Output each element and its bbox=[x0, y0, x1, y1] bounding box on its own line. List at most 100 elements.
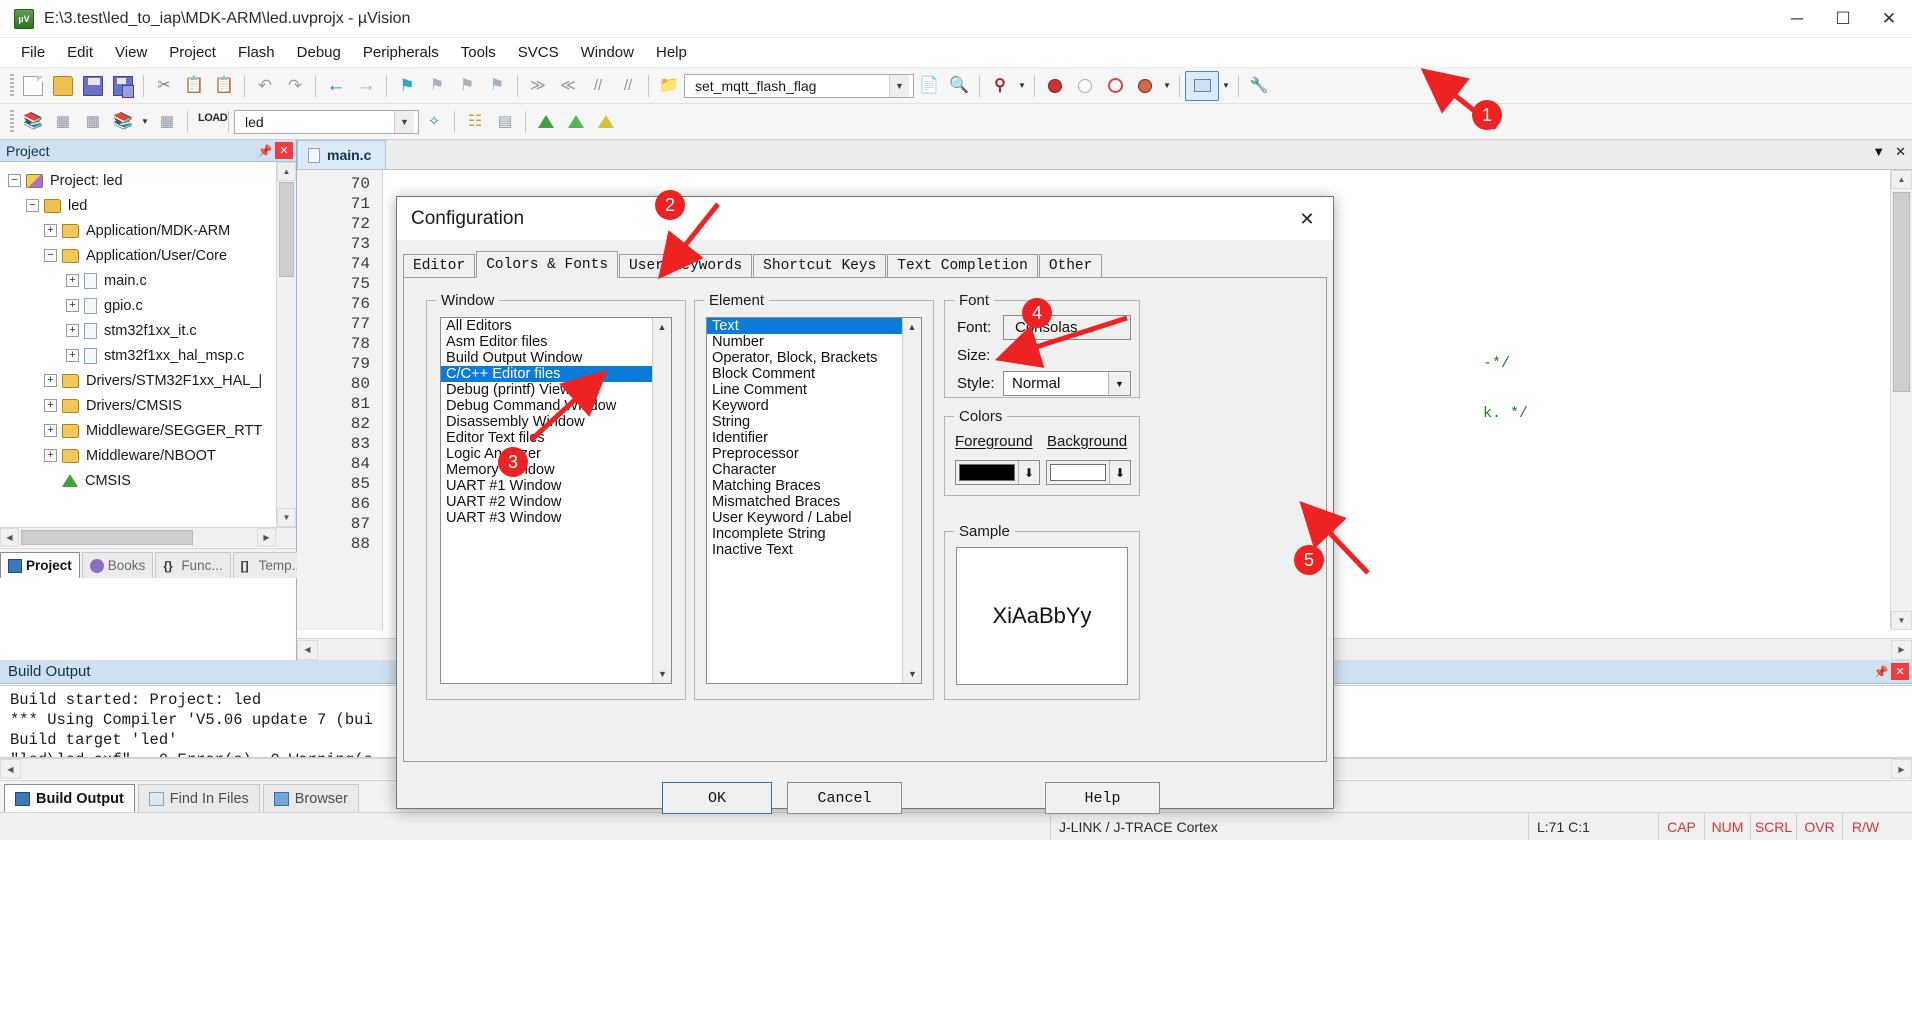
scroll-up-icon[interactable]: ▲ bbox=[1891, 170, 1912, 189]
tree-expander[interactable]: + bbox=[66, 324, 79, 337]
tab-text-completion[interactable]: Text Completion bbox=[887, 254, 1038, 278]
tree-node-target[interactable]: − led bbox=[0, 193, 276, 218]
navigate-forward-button[interactable]: → bbox=[351, 71, 381, 101]
new-file-button[interactable] bbox=[18, 71, 48, 101]
project-tree[interactable]: − Project: led − led + Application/MDK-A… bbox=[0, 162, 276, 527]
scroll-right-icon[interactable]: ▶ bbox=[1891, 639, 1912, 660]
kill-breakpoints-button[interactable] bbox=[1100, 71, 1130, 101]
tree-node-file[interactable]: + stm32f1xx_hal_msp.c bbox=[0, 343, 276, 368]
tree-node-project[interactable]: − Project: led bbox=[0, 168, 276, 193]
tree-node-file[interactable]: + stm32f1xx_it.c bbox=[0, 318, 276, 343]
memory-button[interactable]: ▤ bbox=[490, 107, 520, 137]
help-button[interactable]: Help bbox=[1045, 782, 1160, 814]
tab-browser[interactable]: Browser bbox=[262, 784, 359, 812]
document-tab-main-c[interactable]: main.c bbox=[297, 140, 387, 169]
scroll-down-icon[interactable]: ▼ bbox=[1891, 611, 1912, 630]
ok-button[interactable]: OK bbox=[662, 782, 772, 814]
comment-button[interactable]: // bbox=[583, 71, 613, 101]
download-button[interactable]: LOAD bbox=[193, 107, 228, 137]
clear-bookmarks-button[interactable]: ⚑ bbox=[482, 71, 512, 101]
chevron-down-icon[interactable]: ▼ bbox=[1872, 144, 1885, 160]
tree-expander[interactable]: + bbox=[44, 224, 57, 237]
menu-svcs[interactable]: SVCS bbox=[507, 41, 570, 64]
toolbar-grip[interactable] bbox=[10, 109, 14, 134]
window-item-debug-printf-viewer[interactable]: Debug (printf) Viewer bbox=[441, 382, 671, 398]
tree-expander[interactable]: + bbox=[66, 299, 79, 312]
window-item-debug-command-window[interactable]: Debug Command Window bbox=[441, 398, 671, 414]
color-dropdown-icon[interactable]: ⬇ bbox=[1109, 461, 1130, 484]
tree-node-group[interactable]: − Application/User/Core bbox=[0, 243, 276, 268]
style-combo[interactable]: Normal ▼ bbox=[1003, 371, 1131, 396]
window-item-uart3-window[interactable]: UART #3 Window bbox=[441, 510, 671, 526]
scroll-down-icon[interactable]: ▼ bbox=[277, 508, 296, 527]
save-button[interactable] bbox=[78, 71, 108, 101]
tab-other[interactable]: Other bbox=[1038, 254, 1103, 278]
window-listbox-scrollbar[interactable]: ▲ ▼ bbox=[652, 318, 671, 683]
batch-build-button[interactable]: 📚 bbox=[108, 107, 138, 137]
menu-view[interactable]: View bbox=[104, 41, 158, 64]
tree-expander[interactable]: − bbox=[8, 174, 21, 187]
menu-file[interactable]: File bbox=[10, 41, 56, 64]
previous-bookmark-button[interactable]: ⚑ bbox=[422, 71, 452, 101]
tree-expander[interactable]: + bbox=[66, 274, 79, 287]
element-item-keyword[interactable]: Keyword bbox=[707, 398, 921, 414]
maximize-button[interactable]: ☐ bbox=[1820, 0, 1866, 37]
window-item-all-editors[interactable]: All Editors bbox=[441, 318, 671, 334]
scroll-left-icon[interactable]: ◀ bbox=[0, 759, 21, 779]
chevron-down-icon[interactable]: ▼ bbox=[1108, 372, 1130, 395]
open-file-button[interactable] bbox=[48, 71, 78, 101]
disable-all-breakpoints-button[interactable] bbox=[1130, 71, 1160, 101]
project-tree-horizontal-scrollbar[interactable]: ◀ ▶ bbox=[0, 527, 296, 547]
save-all-button[interactable] bbox=[108, 71, 138, 101]
toolbar-grip[interactable] bbox=[10, 73, 14, 98]
magnifier-button[interactable]: ⚲ bbox=[985, 71, 1015, 101]
disable-breakpoint-button[interactable] bbox=[1070, 71, 1100, 101]
tree-node-group[interactable]: + Drivers/CMSIS bbox=[0, 393, 276, 418]
window-listbox[interactable]: All Editors Asm Editor files Build Outpu… bbox=[440, 317, 672, 684]
indent-left-button[interactable]: ≪ bbox=[553, 71, 583, 101]
tab-project[interactable]: Project bbox=[0, 552, 80, 578]
element-item-character[interactable]: Character bbox=[707, 462, 921, 478]
navigate-back-button[interactable]: ← bbox=[321, 71, 351, 101]
undo-button[interactable]: ↶ bbox=[250, 71, 280, 101]
element-listbox[interactable]: Text Number Operator, Block, Brackets Bl… bbox=[706, 317, 922, 684]
scroll-right-icon[interactable]: ▶ bbox=[1891, 759, 1912, 779]
menu-window[interactable]: Window bbox=[570, 41, 645, 64]
scroll-down-icon[interactable]: ▼ bbox=[903, 665, 921, 683]
translate-button[interactable]: 📚 bbox=[18, 107, 48, 137]
element-listbox-scrollbar[interactable]: ▲ ▼ bbox=[902, 318, 921, 683]
pin-icon[interactable]: 📌 bbox=[1871, 662, 1891, 682]
go-to-definition-button[interactable]: 📄 bbox=[914, 71, 944, 101]
stop-build-button[interactable]: ▦ bbox=[152, 107, 182, 137]
window-item-c-cpp-editor-files[interactable]: C/C++ Editor files bbox=[441, 366, 671, 382]
window-item-disassembly-window[interactable]: Disassembly Window bbox=[441, 414, 671, 430]
tree-node-group[interactable]: + Application/MDK-ARM bbox=[0, 218, 276, 243]
toggle-bookmark-button[interactable]: ⚑ bbox=[392, 71, 422, 101]
element-item-text[interactable]: Text bbox=[707, 318, 921, 334]
indent-right-button[interactable]: ≫ bbox=[523, 71, 553, 101]
tree-node-file[interactable]: + gpio.c bbox=[0, 293, 276, 318]
window-item-editor-text-files[interactable]: Editor Text files bbox=[441, 430, 671, 446]
scroll-left-icon[interactable]: ◀ bbox=[297, 639, 318, 660]
breakpoints-dropdown[interactable]: ▼ bbox=[1160, 71, 1174, 101]
scrollbar-thumb[interactable] bbox=[279, 182, 294, 277]
window-item-logic-analyzer[interactable]: Logic Analyzer bbox=[441, 446, 671, 462]
cut-button[interactable]: ✂ bbox=[149, 71, 179, 101]
build-button[interactable]: ▦ bbox=[48, 107, 78, 137]
element-item-number[interactable]: Number bbox=[707, 334, 921, 350]
element-item-identifier[interactable]: Identifier bbox=[707, 430, 921, 446]
pack-2-button[interactable] bbox=[591, 107, 621, 137]
menu-peripherals[interactable]: Peripherals bbox=[352, 41, 450, 64]
element-item-block-comment[interactable]: Block Comment bbox=[707, 366, 921, 382]
paste-button[interactable]: 📋 bbox=[209, 71, 239, 101]
uncomment-button[interactable]: // bbox=[613, 71, 643, 101]
manage-components-button[interactable]: ☷ bbox=[460, 107, 490, 137]
function-combo[interactable]: set_mqtt_flash_flag ▼ bbox=[684, 73, 914, 98]
window-item-build-output-window[interactable]: Build Output Window bbox=[441, 350, 671, 366]
tree-expander[interactable]: + bbox=[44, 449, 57, 462]
element-item-mismatched-braces[interactable]: Mismatched Braces bbox=[707, 494, 921, 510]
scroll-up-icon[interactable]: ▲ bbox=[903, 318, 921, 336]
tree-node-file[interactable]: + main.c bbox=[0, 268, 276, 293]
menu-flash[interactable]: Flash bbox=[227, 41, 286, 64]
element-item-string[interactable]: String bbox=[707, 414, 921, 430]
